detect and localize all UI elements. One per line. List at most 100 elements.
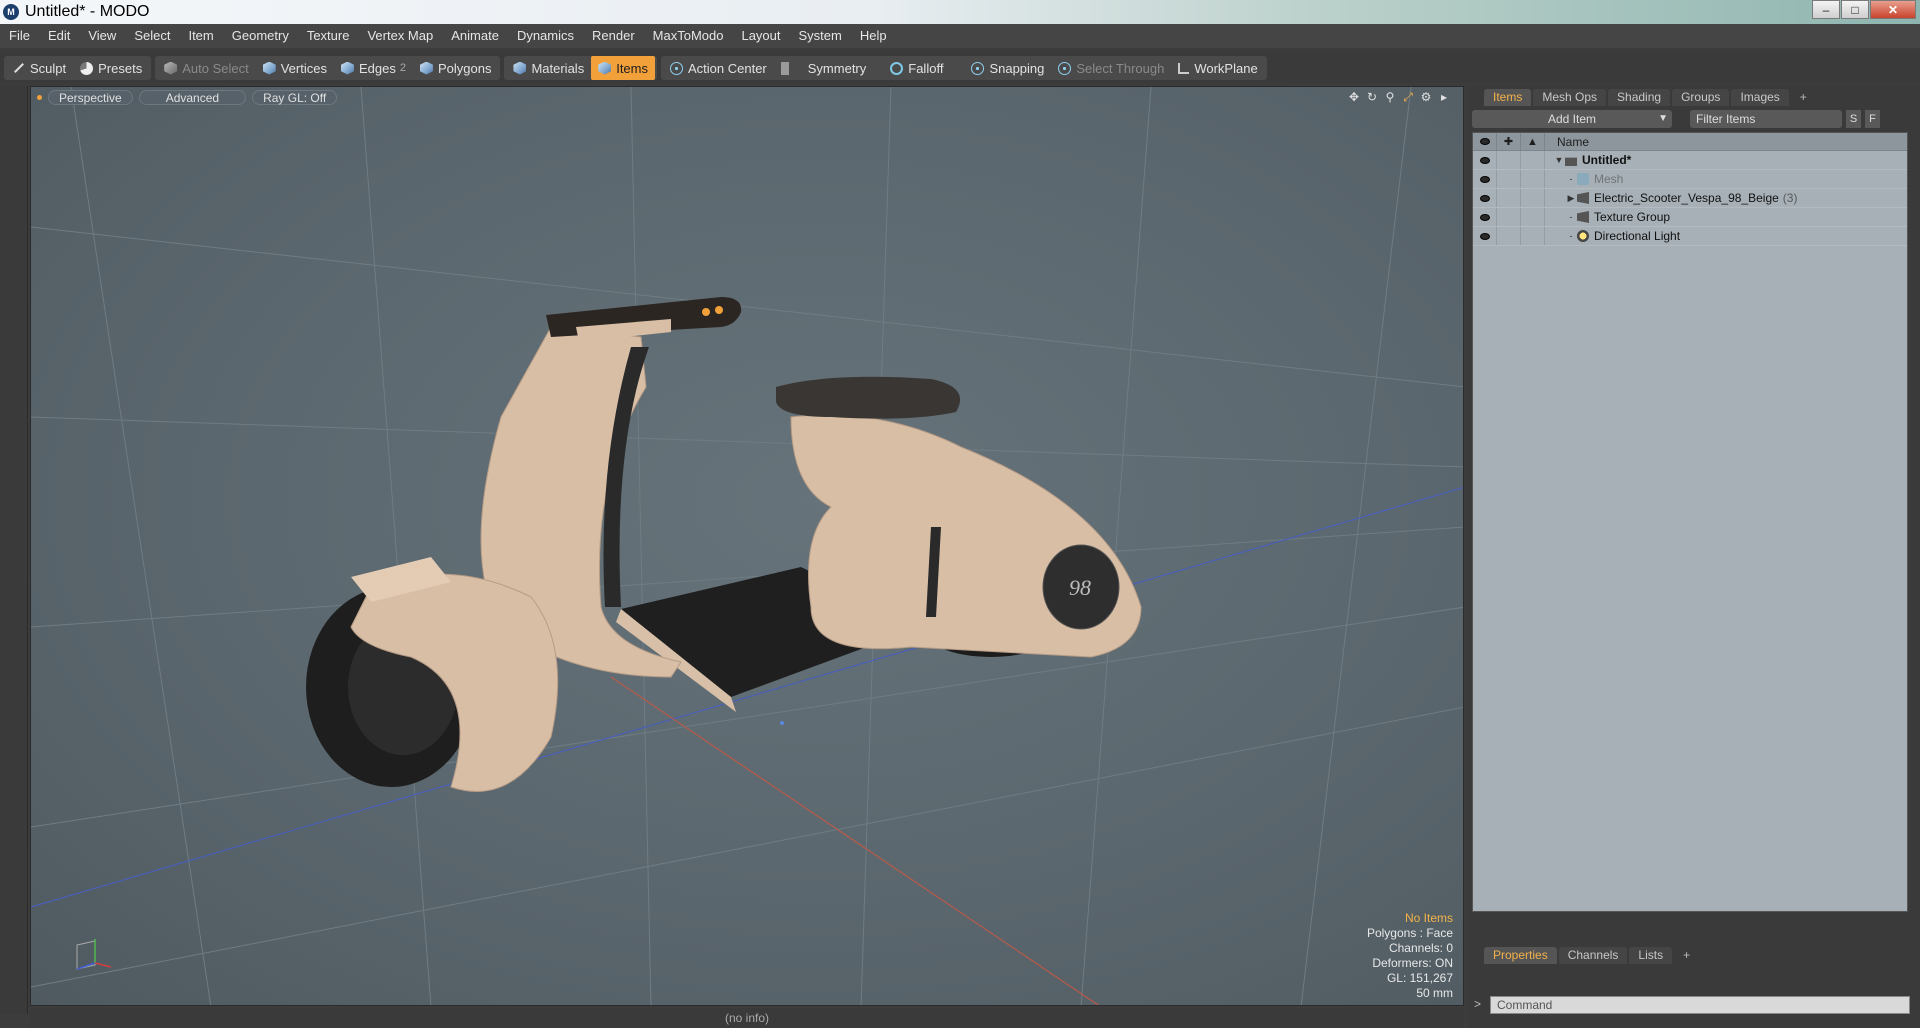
presets-button[interactable]: Presets (73, 56, 149, 80)
rotate-icon[interactable]: ↻ (1365, 90, 1379, 104)
collapse-arrow-icon[interactable]: ▼ (1553, 155, 1565, 165)
menu-bar: File Edit View Select Item Geometry Text… (0, 24, 1920, 48)
channels-info: Channels: 0 (1388, 941, 1453, 955)
menu-geometry[interactable]: Geometry (223, 24, 298, 48)
item-list[interactable]: ✚ ▲ Name ▼ Untitled* - Mesh ▶ Electric_S… (1472, 132, 1908, 912)
items-toolbar: Add Item ▼ Filter Items S F (1468, 108, 1920, 130)
list-item[interactable]: - Directional Light (1473, 227, 1907, 246)
tab-channels[interactable]: Channels (1558, 947, 1628, 964)
menu-help[interactable]: Help (851, 24, 896, 48)
filter-items-input[interactable]: Filter Items (1690, 110, 1842, 128)
left-tool-strip[interactable] (0, 86, 28, 1014)
falloff-button[interactable]: Falloff (873, 56, 950, 80)
visibility-column-icon[interactable] (1473, 133, 1497, 150)
menu-dynamics[interactable]: Dynamics (508, 24, 583, 48)
axis-gizmo (76, 939, 112, 970)
group-icon (1577, 192, 1589, 204)
add-item-button[interactable]: Add Item ▼ (1472, 110, 1672, 128)
name-column-header[interactable]: Name (1545, 135, 1589, 149)
maximize-viewport-icon[interactable]: ⤢ (1401, 90, 1415, 104)
polygons-button[interactable]: Polygons (413, 56, 498, 80)
snapping-icon (971, 61, 985, 75)
select-through-button[interactable]: Select Through (1051, 56, 1171, 80)
render-column-icon[interactable]: ▲ (1521, 133, 1545, 150)
items-icon (598, 61, 612, 75)
main-toolbar: Sculpt Presets Auto Select Vertices Edge… (0, 53, 1920, 83)
materials-button[interactable]: Materials (506, 56, 591, 80)
command-input[interactable]: Command (1490, 996, 1910, 1014)
gl-info: GL: 151,267 (1386, 971, 1453, 985)
vertices-icon (262, 61, 276, 75)
brush-icon (14, 63, 24, 73)
vertices-button[interactable]: Vertices (256, 56, 334, 80)
items-button[interactable]: Items (591, 56, 655, 80)
menu-animate[interactable]: Animate (442, 24, 508, 48)
visibility-eye-icon[interactable] (1479, 156, 1490, 164)
workplane-icon (1178, 62, 1190, 74)
polygons-info: Polygons : Face (1366, 926, 1453, 940)
close-button[interactable]: ✕ (1870, 0, 1916, 19)
menu-system[interactable]: System (790, 24, 851, 48)
viewport-menu-dot[interactable] (37, 94, 42, 100)
viewport-settings-icon[interactable]: ⚙ (1419, 90, 1433, 104)
viewport-expand-icon[interactable]: ▸ (1437, 90, 1451, 104)
add-tab-button[interactable]: + (1791, 89, 1816, 106)
tab-items[interactable]: Items (1484, 89, 1532, 106)
expand-arrow-icon[interactable]: ▶ (1565, 193, 1577, 204)
indicator-light-2 (715, 306, 723, 314)
list-item[interactable]: - Texture Group (1473, 208, 1907, 227)
window-title: Untitled* - MODO (25, 3, 150, 20)
list-item[interactable]: ▶ Electric_Scooter_Vespa_98_Beige (3) (1473, 189, 1907, 208)
menu-view[interactable]: View (79, 24, 125, 48)
visibility-eye-icon[interactable] (1479, 213, 1490, 221)
scene-render: 98 (31, 87, 1463, 1005)
menu-item[interactable]: Item (179, 24, 222, 48)
edges-button[interactable]: Edges 2 (334, 56, 413, 80)
snapping-button[interactable]: Snapping (950, 56, 1051, 80)
scene-origin (780, 721, 784, 725)
f-button[interactable]: F (1865, 110, 1880, 128)
scooter-model[interactable]: 98 (306, 297, 1142, 792)
visibility-eye-icon[interactable] (1479, 194, 1490, 202)
view-type-button[interactable]: Perspective (48, 89, 133, 105)
tab-lists[interactable]: Lists (1629, 947, 1673, 964)
s-button[interactable]: S (1846, 110, 1861, 128)
visibility-eye-icon[interactable] (1479, 175, 1490, 183)
minimize-button[interactable]: – (1812, 0, 1840, 19)
tab-images[interactable]: Images (1731, 89, 1789, 106)
auto-select-button[interactable]: Auto Select (157, 56, 256, 80)
3d-viewport[interactable]: 98 Perspective Advanced Ray GL: Off ✥ ↻ … (30, 86, 1464, 1006)
light-icon (1577, 230, 1589, 242)
workplane-button[interactable]: WorkPlane (1171, 56, 1264, 80)
add-properties-tab-button[interactable]: + (1674, 947, 1699, 964)
list-item[interactable]: ▼ Untitled* (1473, 151, 1907, 170)
properties-tab-row: Properties Channels Lists + (1468, 944, 1920, 964)
lock-column-icon[interactable]: ✚ (1497, 133, 1521, 150)
tab-mesh-ops[interactable]: Mesh Ops (1533, 89, 1607, 106)
menu-file[interactable]: File (0, 24, 39, 48)
visibility-eye-icon[interactable] (1479, 232, 1490, 240)
action-center-button[interactable]: Action Center (663, 56, 774, 80)
symmetry-button[interactable]: Symmetry (774, 56, 874, 80)
tab-properties[interactable]: Properties (1484, 947, 1557, 964)
pan-icon[interactable]: ✥ (1347, 90, 1361, 104)
item-list-header: ✚ ▲ Name (1473, 133, 1907, 151)
shading-mode-button[interactable]: Advanced (138, 89, 247, 105)
menu-vertex-map[interactable]: Vertex Map (358, 24, 442, 48)
z-axis-line (31, 486, 1463, 908)
tab-shading[interactable]: Shading (1608, 89, 1671, 106)
zoom-icon[interactable]: ⚲ (1383, 90, 1397, 104)
list-item[interactable]: - Mesh (1473, 170, 1907, 189)
tab-groups[interactable]: Groups (1672, 89, 1730, 106)
menu-maxtomodo[interactable]: MaxToModo (644, 24, 733, 48)
menu-edit[interactable]: Edit (39, 24, 79, 48)
window-controls: – □ ✕ (1811, 0, 1916, 19)
raygl-button[interactable]: Ray GL: Off (252, 89, 338, 105)
maximize-button[interactable]: □ (1841, 0, 1869, 19)
menu-render[interactable]: Render (583, 24, 644, 48)
sculpt-button[interactable]: Sculpt (6, 56, 73, 80)
menu-texture[interactable]: Texture (298, 24, 359, 48)
menu-select[interactable]: Select (125, 24, 179, 48)
menu-layout[interactable]: Layout (732, 24, 789, 48)
deformers-info: Deformers: ON (1372, 956, 1453, 970)
